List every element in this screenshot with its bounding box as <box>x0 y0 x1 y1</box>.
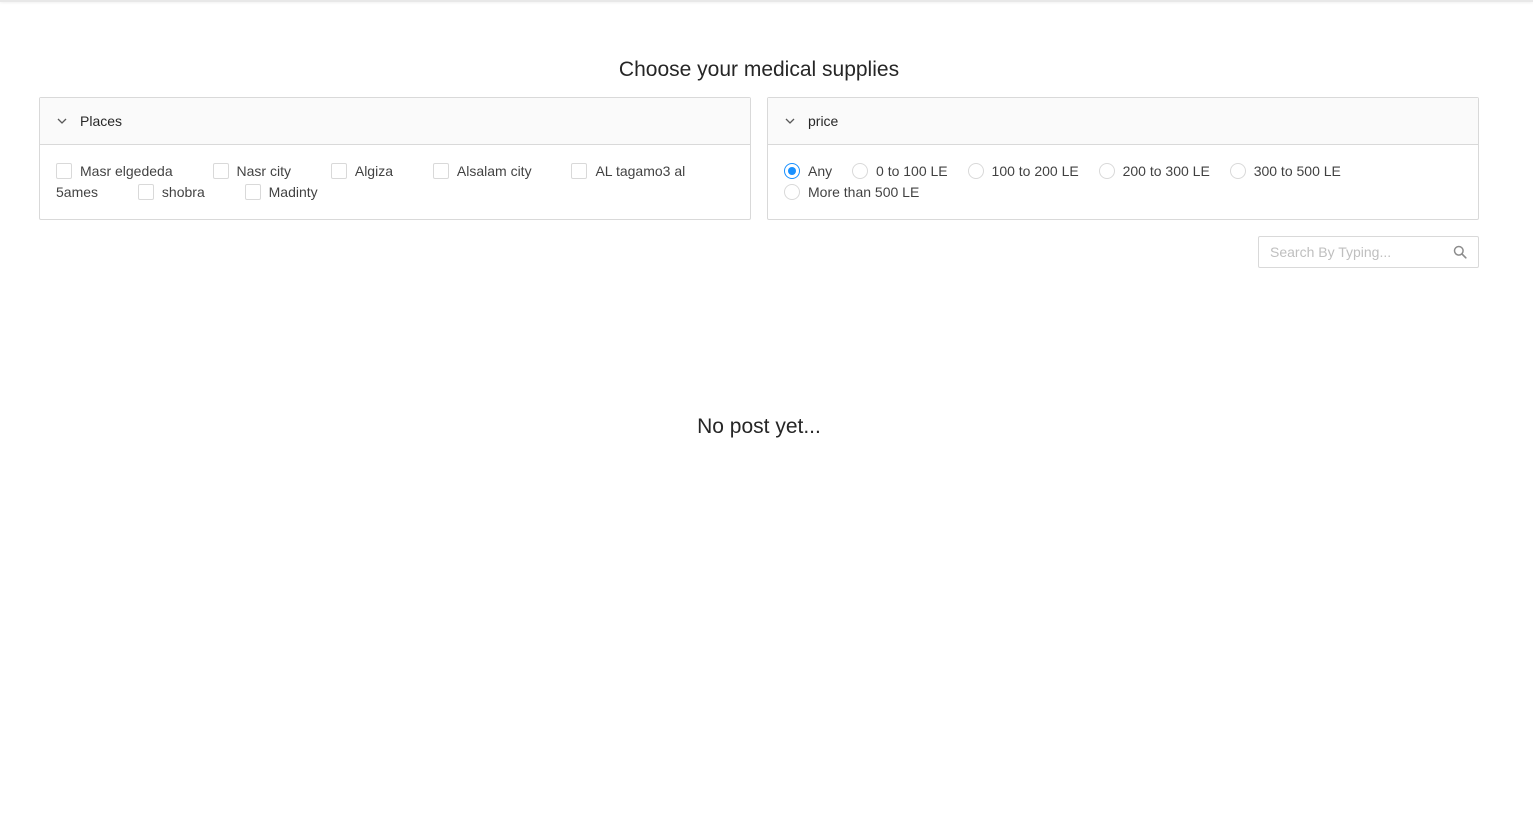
checkbox[interactable] <box>432 163 449 179</box>
place-option-shobra[interactable]: shobra <box>137 184 205 200</box>
place-option-alsalam-city[interactable]: Alsalam city <box>432 163 532 179</box>
price-option-label: 200 to 300 LE <box>1122 163 1210 179</box>
chevron-down-icon[interactable] <box>784 115 796 127</box>
price-option-label: 300 to 500 LE <box>1253 163 1341 179</box>
checkbox[interactable] <box>56 163 72 179</box>
place-option-label: shobra <box>161 184 205 200</box>
price-option-more-500[interactable]: More than 500 LE <box>784 182 919 203</box>
place-option-madinty[interactable]: Madinty <box>244 184 318 200</box>
place-option-algiza[interactable]: Algiza <box>330 163 393 179</box>
empty-state-message: No post yet... <box>697 415 821 438</box>
price-option-200-300[interactable]: 200 to 300 LE <box>1098 161 1210 182</box>
price-option-300-500[interactable]: 300 to 500 LE <box>1229 161 1341 182</box>
radio-button[interactable] <box>852 163 869 179</box>
top-divider <box>0 0 1533 2</box>
price-option-any[interactable]: Any <box>784 161 832 182</box>
price-option-0-100[interactable]: 0 to 100 LE <box>852 161 948 182</box>
search-box <box>1258 236 1479 268</box>
checkbox[interactable] <box>330 163 347 179</box>
search-input[interactable] <box>1259 237 1453 267</box>
place-option-masr-elgededa[interactable]: Masr elgededa <box>56 163 173 179</box>
places-panel-header[interactable]: Places <box>40 98 750 145</box>
search-icon[interactable] <box>1453 245 1467 259</box>
radio-button[interactable] <box>1229 163 1246 179</box>
checkbox[interactable] <box>212 163 229 179</box>
price-option-label: Any <box>808 163 833 179</box>
price-option-label: 0 to 100 LE <box>876 163 948 179</box>
places-panel-title: Places <box>80 113 123 129</box>
checkbox[interactable] <box>137 184 154 200</box>
price-option-100-200[interactable]: 100 to 200 LE <box>967 161 1079 182</box>
price-option-label: 100 to 200 LE <box>991 163 1079 179</box>
radio-button[interactable] <box>1098 163 1115 179</box>
place-option-label: Alsalam city <box>456 163 532 179</box>
places-options: Masr elgededa Nasr city Algiza Alsalam c… <box>40 145 750 203</box>
radio-button[interactable] <box>784 184 800 200</box>
places-filter-panel: Places Masr elgededa Nasr city Algiza Al… <box>39 97 751 220</box>
checkbox[interactable] <box>244 184 261 200</box>
price-filter-panel: price Any 0 to 100 LE 100 to 200 LE 200 … <box>767 97 1479 220</box>
price-option-label: More than 500 LE <box>808 184 920 200</box>
price-panel-title: price <box>808 113 839 129</box>
chevron-down-icon[interactable] <box>56 115 68 127</box>
place-option-nasr-city[interactable]: Nasr city <box>212 163 291 179</box>
price-options: Any 0 to 100 LE 100 to 200 LE 200 to 300… <box>768 145 1478 203</box>
price-panel-header[interactable]: price <box>768 98 1478 145</box>
radio-button[interactable] <box>967 163 984 179</box>
place-option-label: Algiza <box>354 163 393 179</box>
place-option-label: Masr elgededa <box>80 163 173 179</box>
place-option-label: Madinty <box>268 184 318 200</box>
place-option-label: Nasr city <box>236 163 291 179</box>
checkbox[interactable] <box>571 163 588 179</box>
radio-button[interactable] <box>784 163 800 179</box>
page-title: Choose your medical supplies <box>618 58 900 81</box>
